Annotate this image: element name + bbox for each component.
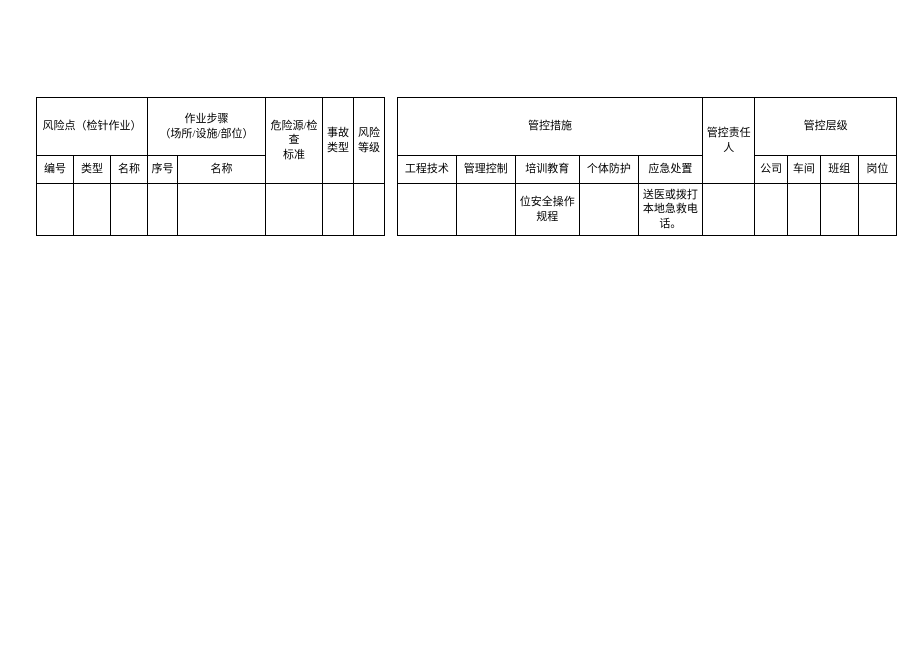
- header-control-level: 管控层级: [755, 98, 897, 156]
- header-responsible-person: 管控责任人: [703, 98, 755, 184]
- cell-owner: [703, 184, 755, 236]
- cell-company: [755, 184, 788, 236]
- subheader-type: 类型: [74, 156, 111, 184]
- subheader-company: 公司: [755, 156, 788, 184]
- header-control-measures: 管控措施: [398, 98, 703, 156]
- subheader-post: 岗位: [858, 156, 896, 184]
- header-hazard-source: 危险源/检查 标准: [266, 98, 323, 184]
- subheader-name2: 名称: [178, 156, 266, 184]
- subheader-emergency: 应急处置: [638, 156, 702, 184]
- cell-type: [74, 184, 111, 236]
- cell-accident: [323, 184, 354, 236]
- cell-ppe: [579, 184, 638, 236]
- cell-management: [456, 184, 515, 236]
- cell-workshop: [788, 184, 821, 236]
- subheader-ppe: 个体防护: [579, 156, 638, 184]
- cell-training: 位安全操作规程: [515, 184, 579, 236]
- subheader-number: 编号: [37, 156, 74, 184]
- header-accident-type: 事故 类型: [323, 98, 354, 184]
- cell-engineering: [398, 184, 457, 236]
- cell-hazard: [266, 184, 323, 236]
- cell-name: [111, 184, 148, 236]
- subheader-team: 班组: [820, 156, 858, 184]
- subheader-training: 培训教育: [515, 156, 579, 184]
- cell-emergency: 送医或拨打本地急救电话。: [638, 184, 702, 236]
- subheader-workshop: 车间: [788, 156, 821, 184]
- cell-seq: [148, 184, 178, 236]
- cell-number: [37, 184, 74, 236]
- subheader-engineering: 工程技术: [398, 156, 457, 184]
- header-risk-point: 风险点（检针作业）: [37, 98, 148, 156]
- cell-team: [820, 184, 858, 236]
- cell-post: [858, 184, 896, 236]
- risk-left-table: 风险点（检针作业） 作业步骤 （场所/设施/部位） 危险源/检查 标准 事故 类…: [36, 97, 385, 236]
- header-work-step: 作业步骤 （场所/设施/部位）: [148, 98, 266, 156]
- header-risk-level: 风险 等级: [354, 98, 385, 184]
- subheader-seq: 序号: [148, 156, 178, 184]
- tables-wrapper: 风险点（检针作业） 作业步骤 （场所/设施/部位） 危险源/检查 标准 事故 类…: [36, 97, 897, 236]
- cell-name2: [178, 184, 266, 236]
- subheader-management: 管理控制: [456, 156, 515, 184]
- subheader-name: 名称: [111, 156, 148, 184]
- risk-right-table: 管控措施 管控责任人 管控层级 工程技术 管理控制 培训教育 个体防护 应急处置…: [397, 97, 897, 236]
- cell-risklvl: [354, 184, 385, 236]
